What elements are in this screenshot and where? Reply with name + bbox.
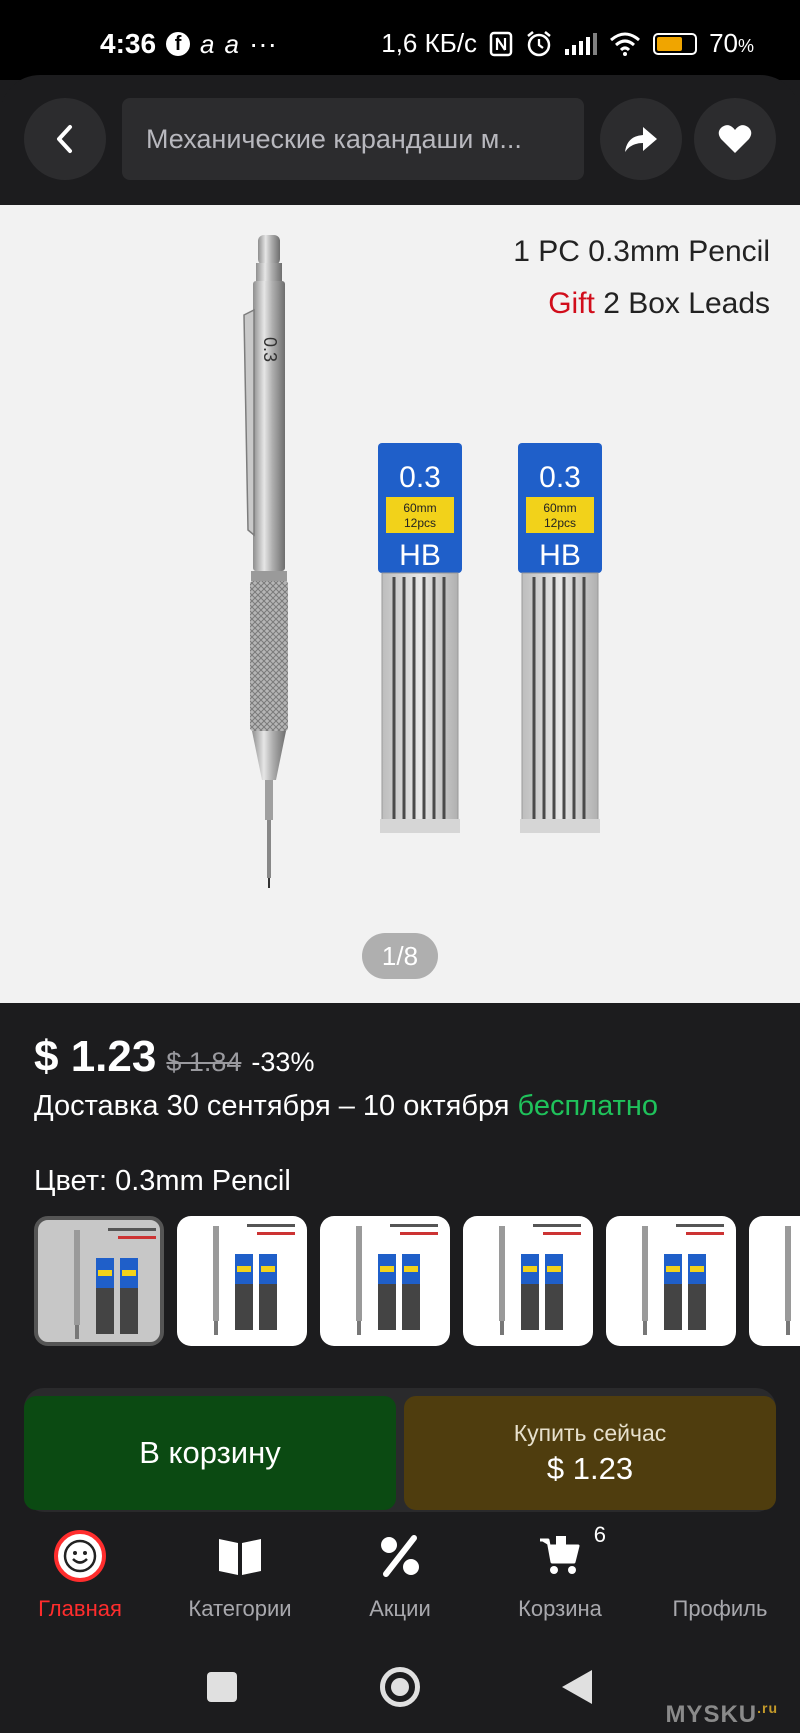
delivery-free: бесплатно <box>517 1090 658 1122</box>
cart-icon: 6 <box>538 1522 606 1582</box>
buy-now-price: $ 1.23 <box>546 1450 634 1486</box>
favorite-button[interactable] <box>694 98 776 180</box>
lead-grade: HB <box>539 539 581 572</box>
thumb-image <box>213 1224 295 1335</box>
thumb-image <box>356 1224 438 1335</box>
watermark: MYSKU.ru <box>665 1700 778 1729</box>
battery-percent: 70% <box>709 28 754 59</box>
buy-now-button[interactable]: Купить сейчас $ 1.23 <box>404 1396 776 1510</box>
facebook-icon: f <box>166 32 191 56</box>
lead-count: 12pcs <box>404 516 436 530</box>
percent-icon <box>378 1530 422 1582</box>
share-button[interactable] <box>600 98 682 180</box>
chevron-left-icon <box>57 125 72 153</box>
share-arrow-icon <box>625 127 657 152</box>
top-bar: Механические карандаши м... <box>0 75 800 205</box>
nav-profile[interactable]: Профиль <box>640 1530 800 1622</box>
home-smiley-icon <box>54 1530 106 1582</box>
lead-size: 0.3 <box>399 461 441 494</box>
product-photo: 0.3 0.3 60mm 12pcs HB 0.3 60mm 12pcs HB <box>243 235 602 888</box>
nav-promotions-label: Акции <box>369 1596 431 1621</box>
nav-categories-label: Категории <box>188 1596 292 1621</box>
alarm-icon <box>527 30 551 56</box>
thumb-image <box>642 1224 724 1335</box>
discount-badge: -33% <box>251 1047 315 1077</box>
nav-cart[interactable]: 6 Корзина <box>480 1522 640 1622</box>
product-image-gallery[interactable]: 1 PC 0.3mm Pencil Gift 2 Box Leads 0.3 0… <box>0 205 800 1003</box>
lead-grade: HB <box>399 539 441 572</box>
signal-icon <box>565 32 598 55</box>
battery-icon <box>653 32 698 55</box>
color-variant-thumb[interactable] <box>749 1216 800 1346</box>
image-page-indicator: 1/8 <box>362 933 438 979</box>
lead-box: 0.3 60mm 12pcs HB <box>518 443 602 833</box>
thumb-image <box>74 1228 156 1339</box>
battery-level <box>657 36 683 51</box>
status-time: 4:36 <box>100 28 157 59</box>
add-to-cart-button[interactable]: В корзину <box>24 1396 396 1510</box>
nav-home[interactable]: Главная <box>0 1530 160 1622</box>
more-notifications-icon: ··· <box>248 28 277 59</box>
search-field[interactable]: Механические карандаши м... <box>122 98 584 180</box>
nav-home-label: Главная <box>38 1596 122 1621</box>
lead-count: 12pcs <box>544 516 576 530</box>
delivery-dates: Доставка 30 сентября – 10 октября <box>34 1090 510 1122</box>
old-price: $ 1.84 <box>166 1047 242 1077</box>
back-button[interactable] <box>24 98 106 180</box>
status-bar: 4:36 f a a ··· 1,6 КБ/с 70% <box>0 0 800 80</box>
watermark-text: MYSKU <box>665 1701 758 1728</box>
thumb-image <box>785 1226 791 1335</box>
cart-count-badge: 6 <box>593 1522 606 1547</box>
nav-promotions[interactable]: Акции <box>320 1530 480 1622</box>
home-circle-icon[interactable] <box>380 1667 420 1707</box>
notification-icon: a <box>224 28 239 59</box>
bottom-navigation: Главная Категории Акции 6 Корзина Профил… <box>0 1520 800 1640</box>
battery-value: 70 <box>709 28 738 58</box>
back-triangle-icon[interactable] <box>560 1668 594 1706</box>
color-variant-list <box>34 1216 800 1346</box>
color-variant-thumb[interactable] <box>606 1216 736 1346</box>
battery-unit: % <box>737 36 754 56</box>
lead-length: 60mm <box>403 501 436 515</box>
book-icon <box>217 1530 263 1582</box>
recent-apps-icon[interactable] <box>207 1672 237 1702</box>
lead-size: 0.3 <box>539 461 581 494</box>
wifi-icon <box>610 32 641 56</box>
lead-length: 60mm <box>543 501 576 515</box>
nav-profile-label: Профиль <box>672 1596 768 1621</box>
color-variant-thumb[interactable] <box>320 1216 450 1346</box>
net-speed: 1,6 КБ/с <box>381 28 478 58</box>
status-left: 4:36 f a a ··· <box>100 28 277 60</box>
nav-categories[interactable]: Категории <box>160 1530 320 1622</box>
pencil-marking: 0.3 <box>260 337 280 362</box>
buy-now-label: Купить сейчас <box>513 1419 667 1446</box>
watermark-sup: .ru <box>757 1700 778 1716</box>
nav-cart-label: Корзина <box>518 1596 602 1621</box>
color-label: Цвет: 0.3mm Pencil <box>34 1165 291 1197</box>
home-circle-dot <box>391 1678 409 1696</box>
notification-icon: a <box>200 28 215 59</box>
heart-icon <box>718 125 752 153</box>
color-variant-thumb[interactable] <box>463 1216 593 1346</box>
color-variant-thumb[interactable] <box>34 1216 164 1346</box>
status-right: 1,6 КБ/с 70% <box>381 28 754 59</box>
price-row: $ 1.23 $ 1.84 -33% <box>34 1032 314 1082</box>
nfc-icon <box>489 31 513 56</box>
delivery-info: Доставка 30 сентября – 10 октября беспла… <box>34 1090 658 1123</box>
current-price: $ 1.23 <box>34 1032 157 1081</box>
mechanical-pencil: 0.3 <box>243 235 288 888</box>
color-variant-thumb[interactable] <box>177 1216 307 1346</box>
thumb-image <box>499 1224 581 1335</box>
lead-box: 0.3 60mm 12pcs HB <box>378 443 462 833</box>
